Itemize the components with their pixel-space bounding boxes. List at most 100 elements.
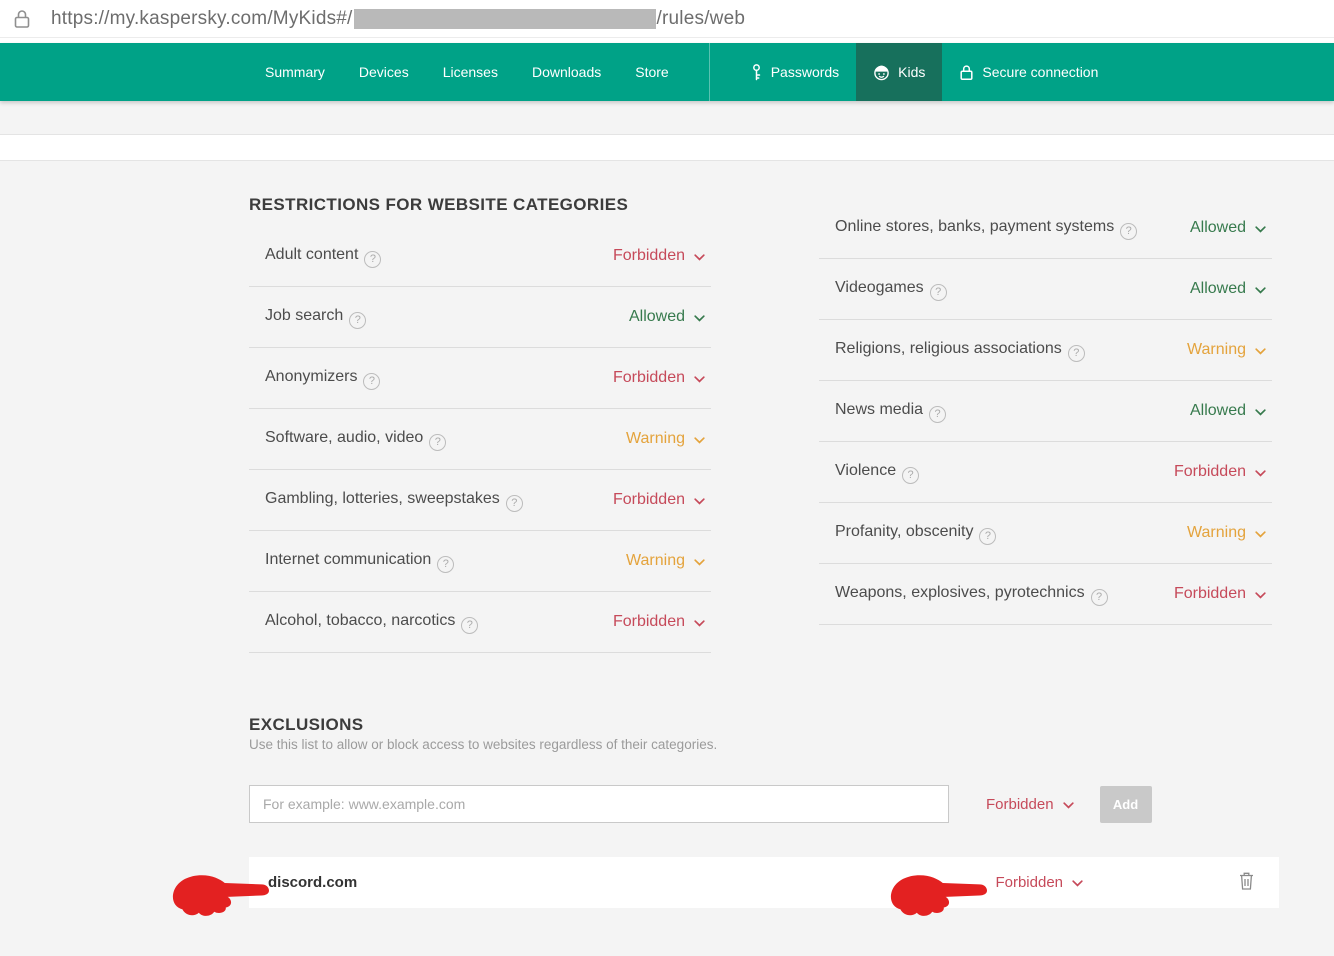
trash-icon	[1238, 871, 1255, 894]
restriction-status-dropdown[interactable]: Warning	[626, 430, 705, 448]
url-padlock-icon	[13, 9, 31, 29]
restriction-row: News media? Allowed	[819, 381, 1272, 442]
restrictions-columns: Adult content? Forbidden Job search? All…	[249, 218, 1334, 653]
nav-tab-passwords[interactable]: Passwords	[733, 43, 856, 101]
delete-exclusion-button[interactable]	[1238, 871, 1255, 894]
nav-tab-kids[interactable]: Kids	[856, 43, 943, 101]
restriction-label: Job search?	[265, 305, 367, 329]
nav-tab[interactable]: Summary	[248, 43, 342, 101]
restriction-status-value: Forbidden	[612, 491, 685, 508]
restriction-label: Profanity, obscenity?	[835, 521, 997, 545]
restriction-status-dropdown[interactable]: Allowed	[1190, 402, 1266, 420]
help-icon[interactable]: ?	[1067, 345, 1085, 362]
nav-tab[interactable]: Licenses	[426, 43, 515, 101]
chevron-down-icon	[1255, 347, 1266, 355]
restriction-label: Software, audio, video?	[265, 427, 447, 451]
browser-url-bar[interactable]: https://my.kaspersky.com/MyKids#/ /rules/…	[0, 0, 1334, 38]
restriction-status-dropdown[interactable]: Forbidden	[613, 613, 705, 631]
restriction-label: News media?	[835, 399, 947, 423]
restriction-status-dropdown[interactable]: Forbidden	[1174, 585, 1266, 603]
help-icon[interactable]: ?	[364, 251, 382, 268]
nav-tab[interactable]: Downloads	[515, 43, 618, 101]
nav-tab-secure-connection[interactable]: Secure connection	[942, 43, 1115, 101]
exclusions-section: EXCLUSIONS Use this list to allow or blo…	[172, 715, 1334, 916]
add-exclusion-button[interactable]: Add	[1099, 785, 1152, 823]
restriction-status-dropdown[interactable]: Warning	[626, 552, 705, 570]
chevron-down-icon	[694, 314, 705, 322]
help-icon[interactable]: ?	[349, 312, 367, 329]
chevron-down-icon	[694, 558, 705, 566]
restriction-label: Alcohol, tobacco, narcotics?	[265, 610, 479, 634]
restriction-status-dropdown[interactable]: Forbidden	[613, 369, 705, 387]
red-pointing-hand-annotation	[172, 875, 269, 916]
nav-tab-label: Kids	[898, 64, 926, 80]
chevron-down-icon	[1062, 801, 1074, 809]
restriction-row: Anonymizers? Forbidden	[249, 348, 711, 409]
exclusion-default-status-value: Forbidden	[986, 795, 1054, 813]
nav-tab-label: Store	[635, 64, 669, 80]
restriction-status-value: Warning	[1187, 524, 1246, 541]
help-icon[interactable]: ?	[1090, 589, 1108, 606]
restriction-label-text: Anonymizers	[265, 368, 358, 385]
chevron-down-icon	[694, 375, 705, 383]
restriction-label-text: Internet communication	[265, 551, 432, 568]
help-icon[interactable]: ?	[505, 495, 523, 512]
restriction-row: Videogames? Allowed	[819, 259, 1272, 320]
red-pointing-hand-annotation	[890, 875, 987, 916]
restriction-status-dropdown[interactable]: Forbidden	[613, 247, 705, 265]
restriction-label-text: Software, audio, video	[265, 429, 424, 446]
restriction-status-dropdown[interactable]: Forbidden	[613, 491, 705, 509]
restrictions-left-column: Adult content? Forbidden Job search? All…	[249, 226, 711, 653]
restriction-status-value: Allowed	[1189, 280, 1246, 297]
exclusions-description: Use this list to allow or block access t…	[249, 737, 718, 752]
restriction-status-dropdown[interactable]: Warning	[1187, 524, 1266, 542]
help-icon[interactable]: ?	[929, 406, 947, 423]
nav-tab[interactable]: Devices	[342, 43, 426, 101]
restriction-label-text: Violence	[835, 462, 897, 479]
url-redacted-block	[353, 8, 656, 29]
nav-tab-label: Summary	[265, 64, 325, 80]
restriction-row: Weapons, explosives, pyrotechnics? Forbi…	[819, 564, 1272, 625]
restriction-status-value: Allowed	[628, 308, 685, 325]
url-text[interactable]: https://my.kaspersky.com/MyKids#/ /rules/…	[51, 8, 745, 30]
restriction-row: Adult content? Forbidden	[249, 226, 711, 287]
restriction-status-value: Forbidden	[612, 613, 685, 630]
restriction-status-value: Warning	[1187, 341, 1246, 358]
help-icon[interactable]: ?	[902, 467, 920, 484]
restriction-status-value: Forbidden	[1173, 463, 1246, 480]
restriction-status-value: Forbidden	[1173, 585, 1246, 602]
restriction-label-text: Religions, religious associations	[835, 340, 1062, 357]
exclusions-form: Forbidden Add	[249, 785, 1334, 823]
restriction-row: Online stores, banks, payment systems? A…	[819, 198, 1272, 259]
restriction-label-text: Weapons, explosives, pyrotechnics	[835, 584, 1085, 601]
help-icon[interactable]: ?	[429, 434, 447, 451]
exclusion-url-input[interactable]	[249, 785, 949, 823]
help-icon[interactable]: ?	[363, 373, 381, 390]
chevron-down-icon	[1255, 530, 1266, 538]
chevron-down-icon	[1255, 591, 1266, 599]
exclusion-site-name: discord.com	[268, 874, 358, 891]
chevron-down-icon	[1072, 880, 1083, 887]
exclusion-status-dropdown[interactable]: Forbidden	[995, 874, 1083, 891]
help-icon[interactable]: ?	[461, 617, 479, 634]
exclusion-default-status-dropdown[interactable]: Forbidden	[986, 796, 1074, 813]
help-icon[interactable]: ?	[979, 528, 997, 545]
help-icon[interactable]: ?	[929, 284, 947, 301]
nav-tab[interactable]: Store	[618, 43, 685, 101]
help-icon[interactable]: ?	[437, 556, 455, 573]
restriction-status-dropdown[interactable]: Allowed	[1190, 280, 1266, 298]
exclusion-entry-list: discord.com Forbidden	[172, 857, 1279, 916]
restriction-label: Violence?	[835, 460, 920, 484]
restriction-status-dropdown[interactable]: Allowed	[629, 308, 705, 326]
restriction-status-dropdown[interactable]: Allowed	[1190, 219, 1266, 237]
restriction-label-text: Gambling, lotteries, sweepstakes	[265, 490, 500, 507]
restriction-status-dropdown[interactable]: Forbidden	[1174, 463, 1266, 481]
chevron-down-icon	[1255, 408, 1266, 416]
restriction-status-dropdown[interactable]: Warning	[1187, 341, 1266, 359]
restriction-label: Adult content?	[265, 244, 382, 268]
help-icon[interactable]: ?	[1120, 223, 1138, 240]
nav-tab-label: Passwords	[770, 64, 840, 80]
restriction-row: Internet communication? Warning	[249, 531, 711, 592]
restriction-row: Profanity, obscenity? Warning	[819, 503, 1272, 564]
restriction-status-value: Forbidden	[612, 369, 685, 386]
